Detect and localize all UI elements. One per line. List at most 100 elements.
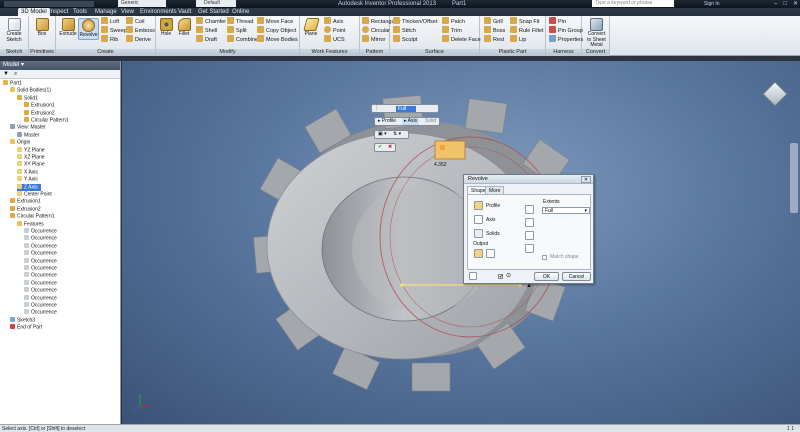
tab-inspect[interactable]: Inspect: [46, 8, 71, 16]
tree-node[interactable]: Sketch3: [10, 316, 35, 324]
maximize-icon[interactable]: □: [783, 0, 787, 8]
trim-button[interactable]: Trim: [442, 26, 462, 35]
graphics-viewport[interactable]: 4.352 ⋮ Full ▸ Profile ▸ Axis Solid ▣ ▾ …: [122, 61, 800, 424]
tab-tools[interactable]: Tools: [70, 8, 90, 16]
rib-button[interactable]: Rib: [101, 35, 118, 44]
ok-button[interactable]: OK: [534, 272, 559, 281]
tab-3d-model[interactable]: 3D Model: [18, 8, 50, 16]
fillet-button[interactable]: Fillet: [174, 18, 194, 38]
mini-axis-button[interactable]: ▸ Axis: [402, 118, 420, 125]
output-solid-icon[interactable]: ▣ ▾: [378, 131, 387, 138]
tree-node[interactable]: View: Master: [10, 124, 46, 131]
grill-button[interactable]: Grill: [484, 17, 503, 26]
delete-face-button[interactable]: Delete Face: [442, 35, 481, 44]
chamfer-button[interactable]: Chamfer: [196, 17, 226, 26]
patch-button[interactable]: Patch: [442, 17, 465, 26]
extents-dropdown[interactable]: Full ▾: [542, 207, 590, 214]
find-icon[interactable]: ⌕: [14, 71, 17, 78]
loft-button[interactable]: Loft: [101, 17, 119, 26]
appearance-dropdown[interactable]: Default: [196, 0, 236, 7]
tree-node[interactable]: Occurrence: [24, 235, 57, 242]
combine-button[interactable]: Combine: [227, 35, 258, 44]
output-solid-icon[interactable]: [474, 249, 483, 258]
axis-button[interactable]: Axis: [324, 17, 343, 26]
tree-node[interactable]: Occurrence: [24, 250, 57, 257]
tree-node[interactable]: Y Axis: [17, 176, 38, 183]
tree-node[interactable]: Occurrence: [24, 279, 57, 287]
sculpt-button[interactable]: Sculpt: [393, 35, 417, 44]
sign-in-link[interactable]: Sign In: [704, 0, 720, 8]
tree-node[interactable]: Origin: [10, 139, 30, 146]
tree-node[interactable]: Circular Pattern1: [24, 117, 69, 124]
close-icon[interactable]: ✕: [581, 176, 591, 183]
cut-icon[interactable]: [525, 218, 534, 227]
ucs-button[interactable]: UCS: [324, 35, 345, 44]
boss-button[interactable]: Boss: [484, 26, 505, 35]
hole-button[interactable]: Hole: [156, 18, 176, 38]
draft-button[interactable]: Draft: [196, 35, 217, 44]
tree-node[interactable]: XY Plane: [17, 161, 45, 168]
cancel-button[interactable]: Cancel: [562, 272, 591, 281]
solids-select-icon[interactable]: [474, 229, 483, 238]
rest-button[interactable]: Rest: [484, 35, 504, 44]
minimize-icon[interactable]: –: [774, 0, 777, 8]
revolve-button[interactable]: Revolve: [78, 18, 99, 40]
circular-pattern-button[interactable]: Circular: [362, 26, 390, 35]
profile-sketch[interactable]: [434, 140, 466, 160]
extrude-button[interactable]: Extrude: [58, 18, 78, 38]
output-surface-icon[interactable]: [486, 249, 495, 258]
tab-more[interactable]: More: [485, 186, 505, 194]
mini-profile-button[interactable]: ▸ Profile: [378, 118, 396, 125]
tree-node[interactable]: Solid Bodies(1): [10, 87, 51, 94]
tree-node[interactable]: Occurrence: [24, 272, 57, 279]
new-solid-icon[interactable]: [525, 244, 534, 253]
filter-icon[interactable]: ▼: [3, 71, 9, 77]
join-icon[interactable]: [525, 205, 534, 214]
snap-fit-button[interactable]: Snap Fit: [510, 17, 539, 26]
direction-icon[interactable]: ⇅ ▾: [393, 131, 401, 138]
mini-solid-button[interactable]: Solid: [425, 118, 436, 125]
box-button[interactable]: Box: [32, 18, 52, 38]
tree-node[interactable]: Features: [17, 220, 44, 228]
thread-button[interactable]: Thread: [227, 17, 253, 26]
convert-sheet-metal-button[interactable]: Convert to Sheet Metal: [585, 18, 608, 49]
sweep-button[interactable]: Sweep: [101, 26, 127, 35]
lip-button[interactable]: Lip: [510, 35, 526, 44]
material-dropdown[interactable]: Generic: [118, 0, 166, 7]
tree-node[interactable]: Extrusion1: [10, 198, 41, 205]
copy-object-button[interactable]: Copy Object: [257, 26, 296, 35]
browser-header[interactable]: Model ▾: [0, 61, 120, 70]
tree-node[interactable]: Extrusion2: [10, 205, 41, 213]
rule-fillet-button[interactable]: Rule Fillet: [510, 26, 543, 35]
tree-node[interactable]: Occurrence: [24, 309, 57, 316]
tree-node[interactable]: Occurrence: [24, 302, 57, 309]
tree-node[interactable]: Part1: [3, 80, 22, 87]
emboss-button[interactable]: Emboss: [126, 26, 155, 35]
help-search-input[interactable]: Type a keyword or phrase: [592, 0, 674, 7]
expand-arrow-icon[interactable]: ▲: [526, 283, 532, 289]
mini-cancel-icon[interactable]: ✖: [388, 144, 392, 151]
tab-environments[interactable]: Environments: [137, 8, 180, 16]
shell-button[interactable]: Shell: [196, 26, 217, 35]
coil-button[interactable]: Coil: [126, 17, 144, 26]
close-icon[interactable]: ✕: [793, 0, 798, 8]
tree-node[interactable]: Occurrence: [24, 242, 57, 250]
split-button[interactable]: Split: [227, 26, 247, 35]
tree-node[interactable]: Master: [17, 131, 39, 139]
tree-node[interactable]: Z Axis: [17, 183, 41, 191]
tab-get-started[interactable]: Get Started: [195, 8, 232, 16]
derive-button[interactable]: Derive: [126, 35, 151, 44]
move-bodies-button[interactable]: Move Bodies: [257, 35, 298, 44]
tab-manage[interactable]: Manage: [92, 8, 120, 16]
tree-node[interactable]: End of Part: [10, 324, 42, 331]
tab-view[interactable]: View: [118, 8, 137, 16]
tree-node[interactable]: Occurrence: [24, 228, 57, 235]
tree-node[interactable]: Extrusion2: [24, 109, 55, 117]
tree-node[interactable]: Occurrence: [24, 265, 57, 272]
tree-node[interactable]: Occurrence: [24, 294, 57, 302]
tree-node[interactable]: Solid1: [17, 94, 38, 102]
mini-ok-icon[interactable]: ✔: [378, 144, 382, 151]
tree-node[interactable]: Occurrence: [24, 257, 57, 265]
mini-extents-dropdown[interactable]: Full: [396, 106, 416, 112]
pin-button[interactable]: Pin: [549, 17, 566, 26]
